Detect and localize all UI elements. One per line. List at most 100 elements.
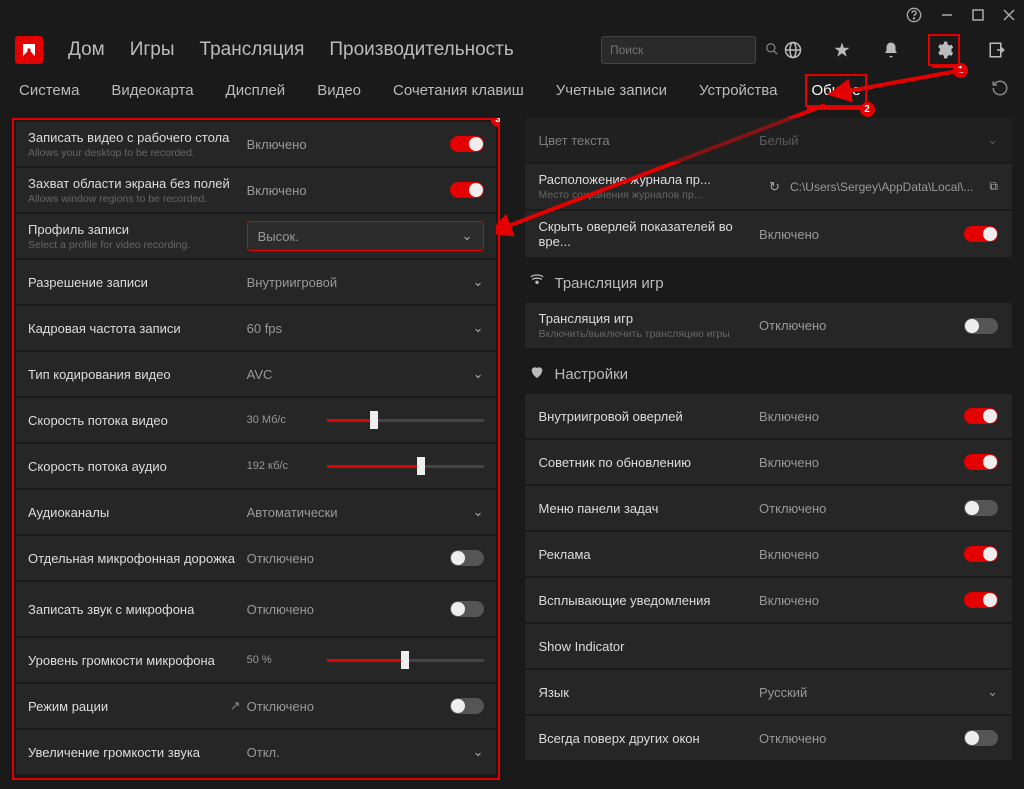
toggle[interactable] — [450, 698, 484, 714]
toggle[interactable] — [450, 136, 484, 152]
boost-dropdown[interactable]: Откл.⌄ — [247, 744, 484, 760]
label: Отдельная микрофонная дорожка — [28, 551, 247, 566]
annotation-2: 2 — [860, 102, 875, 117]
star-icon[interactable] — [830, 38, 854, 62]
right-column: Цвет текста Белый ⌄ Расположение журнала … — [525, 118, 1013, 781]
reset-icon[interactable] — [991, 79, 1009, 101]
status-text: Включено — [247, 137, 317, 152]
row-toasts: Всплывающие уведомления Включено — [525, 578, 1013, 622]
tab-gpu[interactable]: Видеокарта — [107, 76, 197, 105]
status-text: Включено — [759, 593, 819, 608]
mic-volume-slider[interactable] — [327, 659, 484, 662]
toggle[interactable] — [964, 226, 998, 242]
label: Скорость потока аудио — [28, 459, 247, 474]
tab-video[interactable]: Видео — [313, 76, 365, 105]
status-text: Включено — [759, 227, 819, 242]
nav-stream[interactable]: Трансляция — [200, 39, 305, 61]
fps-dropdown[interactable]: 60 fps⌄ — [247, 320, 484, 336]
toggle[interactable] — [964, 730, 998, 746]
tab-system[interactable]: Система — [15, 76, 83, 105]
heart-icon — [529, 364, 545, 384]
exit-icon[interactable] — [985, 38, 1009, 62]
dropdown-value: Автоматически — [247, 505, 338, 520]
status-text: Включено — [759, 455, 819, 470]
toggle[interactable] — [964, 408, 998, 424]
channels-dropdown[interactable]: Автоматически⌄ — [247, 504, 484, 520]
video-bitrate-slider[interactable] — [327, 419, 484, 422]
value-text: 192 кб/с — [247, 460, 317, 472]
label: Кадровая частота записи — [28, 321, 247, 336]
nav-home[interactable]: Дом — [68, 39, 105, 61]
label: Реклама — [539, 547, 760, 562]
status-text: Отключено — [247, 551, 317, 566]
toggle[interactable] — [964, 592, 998, 608]
row-mic-track: Отдельная микрофонная дорожка Отключено — [16, 536, 496, 580]
label: Режим рации — [28, 699, 108, 714]
row-game-stream: Трансляция игрВключить/выключить трансля… — [525, 303, 1013, 348]
encoding-dropdown[interactable]: AVC⌄ — [247, 366, 484, 382]
row-taskbar-menu: Меню панели задач Отключено — [525, 486, 1013, 530]
label: Профиль записи — [28, 222, 247, 237]
value-text: 50 % — [247, 654, 317, 666]
label: Расположение журнала пр... — [539, 172, 760, 187]
label: Скорость потока видео — [28, 413, 247, 428]
label: Советник по обновлению — [539, 455, 760, 470]
row-record-desktop: Записать видео с рабочего столаAllows yo… — [16, 122, 496, 166]
row-encoding: Тип кодирования видео AVC⌄ — [16, 352, 496, 396]
toggle[interactable] — [964, 318, 998, 334]
open-folder-icon[interactable]: ⧉ — [989, 179, 998, 194]
nav-perf[interactable]: Производительность — [329, 39, 513, 61]
maximize-icon[interactable] — [972, 9, 984, 21]
gear-icon[interactable] — [932, 38, 956, 62]
tab-devices[interactable]: Устройства — [695, 76, 781, 105]
toggle[interactable] — [964, 500, 998, 516]
value-text: 30 Мб/с — [247, 414, 317, 426]
status-text: Включено — [247, 183, 317, 198]
audio-bitrate-slider[interactable] — [327, 465, 484, 468]
close-icon[interactable] — [1002, 8, 1016, 22]
chevron-down-icon: ⌄ — [987, 132, 998, 148]
bell-icon[interactable] — [879, 38, 903, 62]
toggle[interactable] — [964, 546, 998, 562]
status-text: Отключено — [247, 699, 317, 714]
refresh-icon[interactable]: ↻ — [769, 179, 780, 195]
section-streaming: Трансляция игр — [529, 273, 1009, 293]
status-text: Отключено — [759, 731, 826, 746]
settings-subnav: Система Видеокарта Дисплей Видео Сочетан… — [0, 70, 1024, 110]
search-box[interactable] — [601, 36, 756, 64]
chevron-down-icon: ⌄ — [473, 744, 484, 760]
sublabel: Allows window regions to be recorded. — [28, 193, 247, 205]
tab-general[interactable]: Общее 2 — [805, 74, 866, 107]
path-text: C:\Users\Sergey\AppData\Local\... — [790, 180, 973, 194]
toggle[interactable] — [964, 454, 998, 470]
row-fps: Кадровая частота записи 60 fps⌄ — [16, 306, 496, 350]
toggle[interactable] — [450, 182, 484, 198]
profile-dropdown[interactable]: Высок.⌄ — [247, 221, 484, 251]
sublabel: Место сохранения журналов пр... — [539, 189, 760, 201]
help-icon[interactable] — [906, 7, 922, 23]
web-icon[interactable] — [781, 38, 805, 62]
share-icon[interactable]: ↗ — [230, 698, 241, 714]
label: Внутриигровой оверлей — [539, 409, 760, 424]
row-language: Язык Русский⌄ — [525, 670, 1013, 714]
tab-hotkeys[interactable]: Сочетания клавиш — [389, 76, 528, 105]
search-input[interactable] — [610, 43, 765, 57]
dropdown-value: Белый — [759, 133, 799, 148]
label: Цвет текста — [539, 133, 760, 148]
resolution-dropdown[interactable]: Внутриигровой⌄ — [247, 274, 484, 290]
minimize-icon[interactable] — [940, 8, 954, 22]
tab-display[interactable]: Дисплей — [222, 76, 290, 105]
tab-general-label: Общее — [811, 82, 860, 99]
row-always-on-top: Всегда поверх других окон Отключено — [525, 716, 1013, 760]
toggle[interactable] — [450, 601, 484, 617]
tab-accounts[interactable]: Учетные записи — [552, 76, 671, 105]
status-text: Отключено — [759, 318, 826, 333]
label: Уровень громкости микрофона — [28, 653, 247, 668]
label: Скрыть оверлей показателей во вре... — [539, 219, 760, 249]
row-ingame-overlay: Внутриигровой оверлей Включено — [525, 394, 1013, 438]
toggle[interactable] — [450, 550, 484, 566]
nav-games[interactable]: Игры — [130, 39, 175, 61]
label: Тип кодирования видео — [28, 367, 247, 382]
row-ptt: Режим рации ↗ Отключено — [16, 684, 496, 728]
dropdown-value: Русский — [759, 685, 807, 700]
